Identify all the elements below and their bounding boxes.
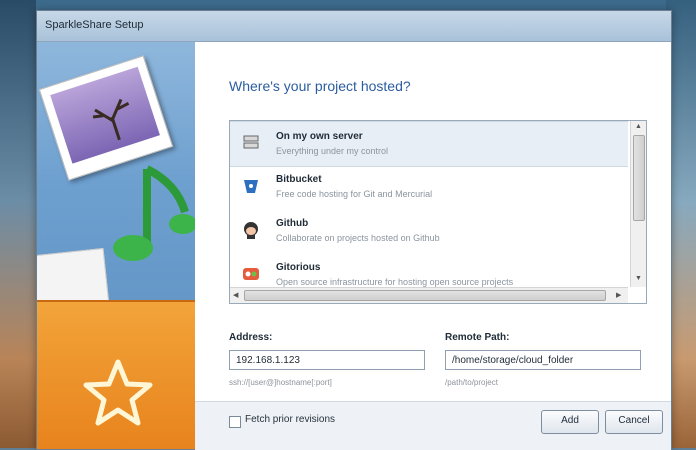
scroll-down-arrow-icon[interactable]: ▼ [635, 275, 642, 282]
title-bar[interactable]: SparkleShare Setup [37, 11, 671, 42]
host-list[interactable]: On my own server Everything under my con… [229, 120, 647, 304]
host-name: Bitbucket [276, 174, 322, 185]
github-icon [244, 222, 258, 239]
server-icon [243, 135, 259, 149]
vertical-scroll-thumb[interactable] [633, 135, 645, 221]
host-item-bitbucket[interactable]: Bitbucket Free code hosting for Git and … [230, 165, 628, 209]
photo-card-icon [38, 55, 174, 181]
host-description: Collaborate on projects hosted on Github [276, 233, 440, 243]
scroll-right-arrow-icon[interactable]: ▶ [616, 291, 621, 299]
address-label: Address: [229, 332, 273, 343]
address-input[interactable] [229, 350, 425, 370]
scroll-left-arrow-icon[interactable]: ◀ [233, 291, 238, 299]
main-panel: Where's your project hosted? On my own s… [195, 42, 671, 449]
host-description: Free code hosting for Git and Mercurial [276, 189, 433, 199]
desktop-left-strip [0, 0, 36, 448]
horizontal-scrollbar[interactable]: ◀ ▶ [230, 287, 628, 303]
scroll-up-arrow-icon[interactable]: ▲ [635, 123, 642, 130]
setup-window: SparkleShare Setup Where's your project … [36, 10, 672, 450]
tree-icon [92, 98, 130, 141]
host-name: On my own server [276, 131, 363, 142]
remote-path-label: Remote Path: [445, 332, 510, 343]
horizontal-scroll-thumb[interactable] [244, 290, 606, 301]
host-name: Gitorious [276, 262, 321, 273]
address-hint: ssh://[user@]hostname[:port] [229, 378, 332, 387]
fetch-revisions-label[interactable]: Fetch prior revisions [245, 414, 335, 425]
window-title: SparkleShare Setup [45, 19, 144, 31]
dialog-footer: Fetch prior revisions Add Cancel [195, 401, 671, 450]
cancel-button[interactable]: Cancel [605, 410, 663, 434]
add-button[interactable]: Add [541, 410, 599, 434]
vertical-scrollbar[interactable]: ▲ ▼ [630, 121, 646, 287]
music-note-icon [113, 165, 195, 261]
remote-path-hint: /path/to/project [445, 378, 498, 387]
gitorious-icon [243, 268, 259, 280]
sidebar-illustration [37, 42, 195, 449]
remote-path-input[interactable] [445, 350, 641, 370]
host-description: Everything under my control [276, 146, 389, 156]
page-heading: Where's your project hosted? [229, 78, 411, 94]
host-name: Github [276, 218, 309, 229]
host-item-own-server[interactable]: On my own server Everything under my con… [230, 121, 628, 167]
host-item-github[interactable]: Github Collaborate on projects hosted on… [230, 209, 628, 253]
star-icon [83, 359, 153, 426]
host-description: Open source infrastructure for hosting o… [276, 277, 514, 287]
fetch-revisions-checkbox[interactable] [229, 416, 241, 428]
bitbucket-icon [244, 180, 258, 193]
